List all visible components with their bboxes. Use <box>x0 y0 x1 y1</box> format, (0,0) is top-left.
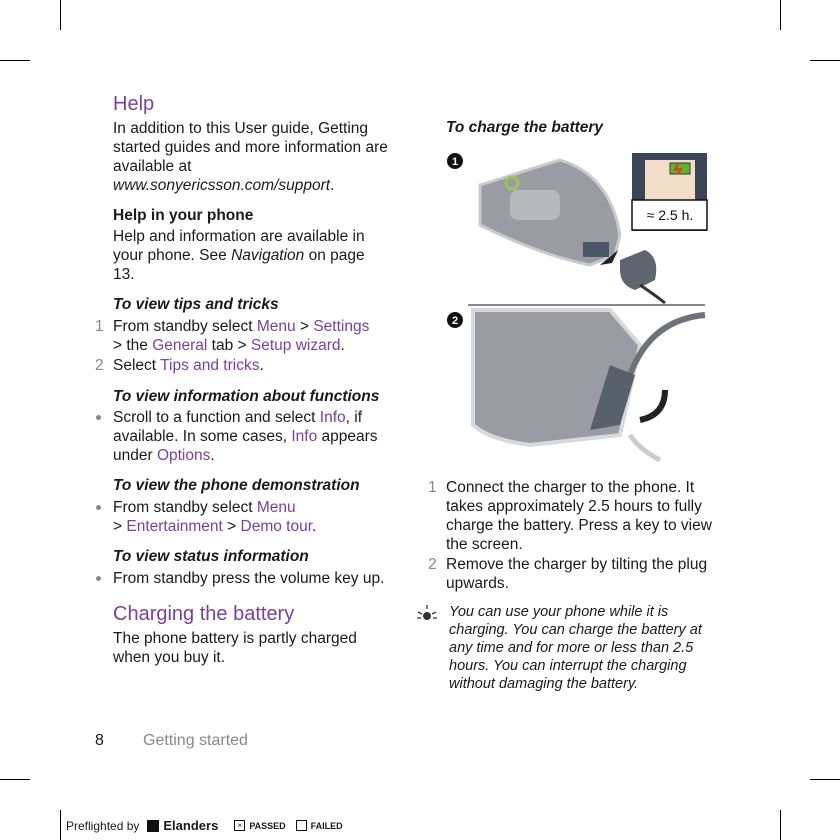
demo-heading: To view the phone demonstration <box>113 477 360 494</box>
step-number: 1 <box>428 479 437 496</box>
demo-tour-link: Demo tour <box>240 518 313 535</box>
text: Remove the charger by tilting the plug u… <box>446 556 708 592</box>
text: . <box>259 357 264 374</box>
text: Connect the charger to the phone. It tak… <box>446 479 712 553</box>
bullet-icon <box>96 576 101 581</box>
passed-checkbox-icon: × <box>234 820 246 831</box>
charge-time-label: ≈ 2.5 h. <box>647 207 694 223</box>
phone-charger-tilt-image <box>471 308 706 463</box>
text: . <box>340 337 345 354</box>
passed-label: PASSED <box>249 820 286 831</box>
preflight-stamp: Preflighted by Elanders × PASSED FAILED <box>66 818 343 833</box>
svg-text:1: 1 <box>452 156 458 168</box>
tips-step-1: 1 From standby select Menu > Settings > … <box>95 317 398 355</box>
text: From standby press the volume key up. <box>113 570 385 587</box>
text: From standby select <box>113 499 257 516</box>
step-number: 2 <box>428 556 437 573</box>
text: > <box>222 518 241 535</box>
info-link: Info <box>319 409 346 426</box>
menu-link: Menu <box>256 318 296 335</box>
options-link: Options <box>156 447 211 464</box>
tips-step-2: 2 Select Tips and tricks. <box>95 356 398 375</box>
help-intro-text: In addition to this User guide, Getting … <box>113 120 388 175</box>
text: > <box>113 518 127 535</box>
functions-bullet: Scroll to a function and select Info, if… <box>96 408 398 465</box>
tips-link: Tips and tricks <box>160 357 260 374</box>
menu-link: Menu <box>256 499 296 516</box>
charging-illustration: 1 ≈ 2.5 h. 2 <box>447 153 708 463</box>
manual-page: Help In addition to this User guide, Get… <box>0 0 840 840</box>
general-link: General <box>152 337 208 354</box>
help-phone-text: Help and information are available in yo… <box>113 227 373 284</box>
help-intro: In addition to this User guide, Getting … <box>113 119 398 195</box>
tips-heading: To view tips and tricks <box>113 296 279 313</box>
text: From standby select <box>113 318 257 335</box>
functions-heading: To view information about functions <box>113 388 380 405</box>
text: > <box>295 318 314 335</box>
punct: . <box>330 177 335 194</box>
bullet-icon <box>96 505 101 510</box>
svg-text:2: 2 <box>452 315 458 327</box>
status-bullet: From standby press the volume key up. <box>96 569 403 588</box>
text: tab > <box>207 337 251 354</box>
elanders-logo-icon <box>147 819 160 832</box>
text: . <box>312 518 317 535</box>
charge-step-2: 2 Remove the charger by tilting the plug… <box>428 555 734 593</box>
text: . <box>210 447 215 464</box>
text: Select <box>113 357 161 374</box>
failed-label: FAILED <box>310 820 343 831</box>
support-url[interactable]: www.sonyericsson.com/support <box>113 177 330 194</box>
charge-step-1: 1 Connect the charger to the phone. It t… <box>428 478 734 554</box>
failed-checkbox-icon <box>295 820 307 831</box>
tip-lightbulb-icon <box>417 605 437 620</box>
settings-link: Settings <box>313 318 370 335</box>
step-number: 2 <box>95 357 104 374</box>
page-number: 8 <box>95 732 104 749</box>
help-heading: Help <box>113 93 155 115</box>
charging-text: The phone battery is partly charged when… <box>113 630 357 666</box>
demo-bullet: From standby select Menu > Entertainment… <box>96 498 398 536</box>
navigation-ref: Navigation <box>231 247 305 264</box>
entertainment-link: Entertainment <box>126 518 223 535</box>
tip-note: You can use your phone while it is charg… <box>449 604 702 692</box>
text: > the <box>113 337 153 354</box>
bullet-icon <box>96 415 101 420</box>
brand-name: Elanders <box>163 818 219 833</box>
status-heading: To view status information <box>113 548 309 565</box>
battery-screen-callout: ≈ 2.5 h. <box>631 153 708 231</box>
charge-heading: To charge the battery <box>446 119 604 136</box>
info-link: Info <box>291 428 318 445</box>
section-name: Getting started <box>143 732 248 749</box>
preflight-label: Preflighted by <box>66 818 140 833</box>
text: Scroll to a function and select <box>113 409 320 426</box>
step-number: 1 <box>95 318 104 335</box>
setup-wizard-link: Setup wizard <box>250 337 341 354</box>
charging-heading: Charging the battery <box>113 603 295 625</box>
help-phone-heading: Help in your phone <box>113 207 254 224</box>
